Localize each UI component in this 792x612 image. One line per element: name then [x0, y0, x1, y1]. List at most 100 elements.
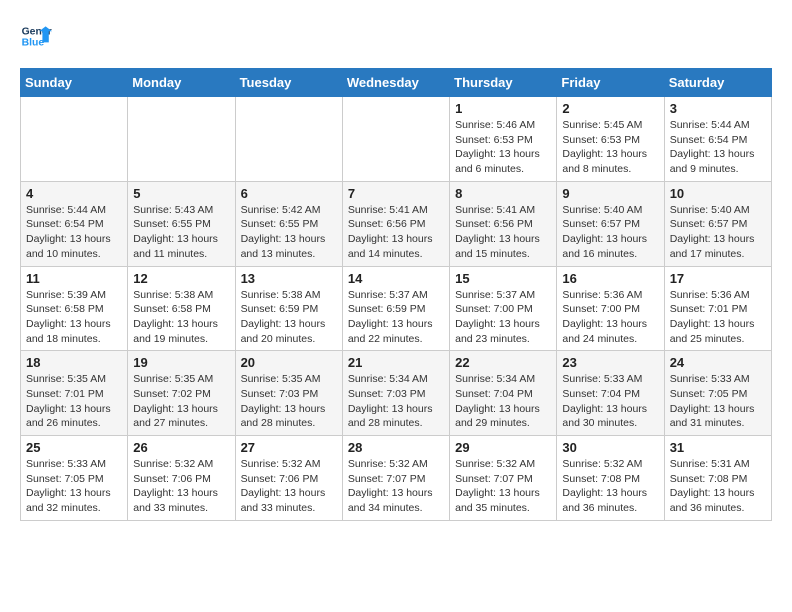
day-number: 20	[241, 355, 337, 370]
calendar-cell: 15 Sunrise: 5:37 AMSunset: 7:00 PMDayligh…	[450, 266, 557, 351]
calendar-cell: 12Sunrise: 5:38 AMSunset: 6:58 PMDayligh…	[128, 266, 235, 351]
calendar-cell: 13Sunrise: 5:38 AMSunset: 6:59 PMDayligh…	[235, 266, 342, 351]
day-info: Sunrise: 5:42 AMSunset: 6:55 PMDaylight:…	[241, 203, 337, 262]
day-info: Sunrise: 5:35 AMSunset: 7:01 PMDaylight:…	[26, 372, 122, 431]
day-info: Sunrise: 5:34 AMSunset: 7:04 PMDaylight:…	[455, 372, 551, 431]
calendar-cell: 30 Sunrise: 5:32 AMSunset: 7:08 PMDayligh…	[557, 436, 664, 521]
day-number: 8	[455, 186, 551, 201]
col-header-tuesday: Tuesday	[235, 69, 342, 97]
calendar-cell	[342, 97, 449, 182]
calendar-cell	[235, 97, 342, 182]
day-info: Sunrise: 5:41 AMSunset: 6:56 PMDaylight:…	[455, 203, 551, 262]
calendar-cell: 20 Sunrise: 5:35 AMSunset: 7:03 PMDayligh…	[235, 351, 342, 436]
calendar-cell: 19 Sunrise: 5:35 AMSunset: 7:02 PMDayligh…	[128, 351, 235, 436]
day-number: 28	[348, 440, 444, 455]
day-info: Sunrise: 5:46 AMSunset: 6:53 PMDaylight:…	[455, 118, 551, 177]
col-header-saturday: Saturday	[664, 69, 771, 97]
calendar-header-row: SundayMondayTuesdayWednesdayThursdayFrid…	[21, 69, 772, 97]
day-number: 31	[670, 440, 766, 455]
day-info: Sunrise: 5:44 AMSunset: 6:54 PMDaylight:…	[670, 118, 766, 177]
day-number: 30	[562, 440, 658, 455]
calendar-cell: 25Sunrise: 5:33 AMSunset: 7:05 PMDayligh…	[21, 436, 128, 521]
day-number: 7	[348, 186, 444, 201]
day-info: Sunrise: 5:35 AMSunset: 7:03 PMDaylight:…	[241, 372, 337, 431]
day-number: 2	[562, 101, 658, 116]
day-info: Sunrise: 5:39 AMSunset: 6:58 PMDaylight:…	[26, 288, 122, 347]
day-info: Sunrise: 5:32 AMSunset: 7:07 PMDaylight:…	[348, 457, 444, 516]
calendar-week-4: 18 Sunrise: 5:35 AMSunset: 7:01 PMDayligh…	[21, 351, 772, 436]
calendar-cell: 24 Sunrise: 5:33 AMSunset: 7:05 PMDayligh…	[664, 351, 771, 436]
calendar-cell: 22Sunrise: 5:34 AMSunset: 7:04 PMDayligh…	[450, 351, 557, 436]
calendar-cell: 16 Sunrise: 5:36 AMSunset: 7:00 PMDayligh…	[557, 266, 664, 351]
day-info: Sunrise: 5:32 AMSunset: 7:06 PMDaylight:…	[133, 457, 229, 516]
day-number: 21	[348, 355, 444, 370]
day-info: Sunrise: 5:43 AMSunset: 6:55 PMDaylight:…	[133, 203, 229, 262]
svg-text:Blue: Blue	[22, 38, 45, 49]
calendar-cell: 4Sunrise: 5:44 AMSunset: 6:54 PMDaylight…	[21, 181, 128, 266]
day-info: Sunrise: 5:36 AMSunset: 7:00 PMDaylight:…	[562, 288, 658, 347]
day-number: 16	[562, 271, 658, 286]
calendar-cell: 23 Sunrise: 5:33 AMSunset: 7:04 PMDayligh…	[557, 351, 664, 436]
calendar-cell: 5 Sunrise: 5:43 AMSunset: 6:55 PMDaylight…	[128, 181, 235, 266]
calendar-cell: 6 Sunrise: 5:42 AMSunset: 6:55 PMDaylight…	[235, 181, 342, 266]
col-header-wednesday: Wednesday	[342, 69, 449, 97]
day-info: Sunrise: 5:37 AMSunset: 6:59 PMDaylight:…	[348, 288, 444, 347]
day-number: 4	[26, 186, 122, 201]
day-number: 6	[241, 186, 337, 201]
calendar-cell: 9Sunrise: 5:40 AMSunset: 6:57 PMDaylight…	[557, 181, 664, 266]
day-number: 25	[26, 440, 122, 455]
day-info: Sunrise: 5:32 AMSunset: 7:06 PMDaylight:…	[241, 457, 337, 516]
calendar-cell: 17Sunrise: 5:36 AMSunset: 7:01 PMDayligh…	[664, 266, 771, 351]
day-info: Sunrise: 5:32 AMSunset: 7:07 PMDaylight:…	[455, 457, 551, 516]
col-header-thursday: Thursday	[450, 69, 557, 97]
day-number: 14	[348, 271, 444, 286]
calendar-cell: 2 Sunrise: 5:45 AMSunset: 6:53 PMDaylight…	[557, 97, 664, 182]
calendar-cell	[21, 97, 128, 182]
calendar-week-1: 1 Sunrise: 5:46 AMSunset: 6:53 PMDaylight…	[21, 97, 772, 182]
day-info: Sunrise: 5:40 AMSunset: 6:57 PMDaylight:…	[670, 203, 766, 262]
day-info: Sunrise: 5:35 AMSunset: 7:02 PMDaylight:…	[133, 372, 229, 431]
day-number: 23	[562, 355, 658, 370]
day-info: Sunrise: 5:33 AMSunset: 7:04 PMDaylight:…	[562, 372, 658, 431]
day-info: Sunrise: 5:38 AMSunset: 6:58 PMDaylight:…	[133, 288, 229, 347]
col-header-friday: Friday	[557, 69, 664, 97]
col-header-sunday: Sunday	[21, 69, 128, 97]
calendar-cell: 21 Sunrise: 5:34 AMSunset: 7:03 PMDayligh…	[342, 351, 449, 436]
calendar-cell: 7 Sunrise: 5:41 AMSunset: 6:56 PMDaylight…	[342, 181, 449, 266]
day-number: 10	[670, 186, 766, 201]
calendar-cell: 28 Sunrise: 5:32 AMSunset: 7:07 PMDayligh…	[342, 436, 449, 521]
day-number: 3	[670, 101, 766, 116]
day-info: Sunrise: 5:45 AMSunset: 6:53 PMDaylight:…	[562, 118, 658, 177]
day-number: 15	[455, 271, 551, 286]
day-info: Sunrise: 5:41 AMSunset: 6:56 PMDaylight:…	[348, 203, 444, 262]
day-number: 11	[26, 271, 122, 286]
page-header: General Blue	[20, 20, 772, 52]
day-number: 24	[670, 355, 766, 370]
day-info: Sunrise: 5:32 AMSunset: 7:08 PMDaylight:…	[562, 457, 658, 516]
day-info: Sunrise: 5:33 AMSunset: 7:05 PMDaylight:…	[670, 372, 766, 431]
day-number: 1	[455, 101, 551, 116]
calendar-cell	[128, 97, 235, 182]
day-number: 13	[241, 271, 337, 286]
calendar-cell: 11 Sunrise: 5:39 AMSunset: 6:58 PMDayligh…	[21, 266, 128, 351]
calendar-cell: 27 Sunrise: 5:32 AMSunset: 7:06 PMDayligh…	[235, 436, 342, 521]
day-info: Sunrise: 5:31 AMSunset: 7:08 PMDaylight:…	[670, 457, 766, 516]
calendar-cell: 31 Sunrise: 5:31 AMSunset: 7:08 PMDayligh…	[664, 436, 771, 521]
day-number: 27	[241, 440, 337, 455]
day-number: 9	[562, 186, 658, 201]
calendar-week-3: 11 Sunrise: 5:39 AMSunset: 6:58 PMDayligh…	[21, 266, 772, 351]
calendar-cell: 14 Sunrise: 5:37 AMSunset: 6:59 PMDayligh…	[342, 266, 449, 351]
calendar-cell: 18 Sunrise: 5:35 AMSunset: 7:01 PMDayligh…	[21, 351, 128, 436]
calendar-cell: 29 Sunrise: 5:32 AMSunset: 7:07 PMDayligh…	[450, 436, 557, 521]
logo: General Blue	[20, 20, 52, 52]
day-number: 26	[133, 440, 229, 455]
day-info: Sunrise: 5:37 AMSunset: 7:00 PMDaylight:…	[455, 288, 551, 347]
day-number: 5	[133, 186, 229, 201]
day-number: 18	[26, 355, 122, 370]
day-info: Sunrise: 5:34 AMSunset: 7:03 PMDaylight:…	[348, 372, 444, 431]
calendar-week-5: 25Sunrise: 5:33 AMSunset: 7:05 PMDayligh…	[21, 436, 772, 521]
logo-icon: General Blue	[20, 20, 52, 52]
day-number: 19	[133, 355, 229, 370]
day-number: 29	[455, 440, 551, 455]
day-info: Sunrise: 5:36 AMSunset: 7:01 PMDaylight:…	[670, 288, 766, 347]
